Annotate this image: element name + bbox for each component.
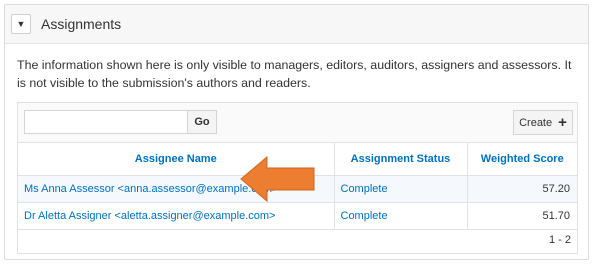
weighted-score-cell: 51.70 bbox=[467, 202, 577, 230]
panel-header: ▼ Assignments bbox=[5, 5, 588, 44]
assignee-link[interactable]: Dr Aletta Assigner <aletta.assigner@exam… bbox=[24, 210, 275, 222]
assignment-status-cell: Complete bbox=[334, 202, 468, 230]
create-button-label: Create bbox=[519, 116, 553, 129]
search-input[interactable] bbox=[24, 110, 188, 134]
status-link[interactable]: Complete bbox=[341, 210, 388, 222]
plus-icon: + bbox=[558, 114, 567, 131]
assignments-panel: ▼ Assignments The information shown here… bbox=[4, 4, 589, 260]
go-button[interactable]: Go bbox=[187, 110, 217, 134]
assignee-name-cell: Dr Aletta Assigner <aletta.assigner@exam… bbox=[18, 202, 335, 230]
caret-down-icon: ▼ bbox=[16, 18, 26, 29]
column-header-weighted-score[interactable]: Weighted Score bbox=[467, 143, 577, 176]
weighted-score-cell: 57.20 bbox=[467, 175, 577, 203]
pagination-range: 1 - 2 bbox=[548, 234, 571, 246]
create-button[interactable]: Create + bbox=[513, 110, 573, 135]
visibility-info-text: The information shown here is only visib… bbox=[17, 58, 572, 90]
table-row: Dr Aletta Assigner <aletta.assigner@exam… bbox=[18, 202, 577, 230]
assignment-status-cell: Complete bbox=[334, 175, 468, 203]
left-arrow-icon bbox=[240, 155, 315, 203]
panel-title: Assignments bbox=[41, 16, 122, 32]
column-header-assignment-status[interactable]: Assignment Status bbox=[334, 143, 468, 176]
status-link[interactable]: Complete bbox=[341, 183, 388, 195]
collapse-toggle-button[interactable]: ▼ bbox=[11, 14, 31, 34]
grid-toolbar: Go Create + bbox=[18, 103, 577, 143]
